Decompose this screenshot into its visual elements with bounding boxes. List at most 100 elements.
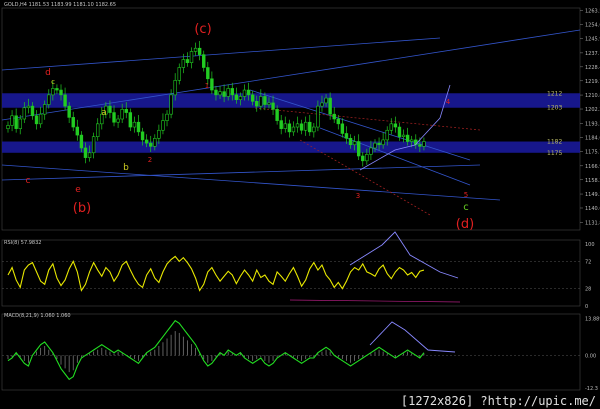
candle-body	[96, 123, 100, 137]
y-tick-label: 1245.98	[585, 37, 600, 43]
candle-body	[87, 152, 92, 158]
candle-body	[230, 88, 234, 96]
wave-label-3: d	[45, 68, 51, 78]
candle-body	[149, 142, 153, 147]
candle-body	[263, 96, 267, 105]
candle-body	[308, 121, 312, 133]
candle-body	[153, 138, 157, 147]
candle-body	[116, 118, 120, 123]
candle-body	[218, 91, 222, 96]
candle-body	[389, 123, 394, 131]
candle-body	[173, 80, 177, 96]
candle-body	[291, 126, 296, 133]
candle-body	[405, 134, 410, 142]
candle-body	[206, 67, 210, 80]
chart-stage: 12121203118211751263.531254.651245.98123…	[0, 0, 600, 409]
wave-label-11: 2	[148, 156, 152, 164]
y-tick-label: 1210.88	[585, 93, 600, 99]
candle-body	[71, 117, 75, 128]
candle-body	[30, 105, 35, 117]
trend-line-0	[1, 37, 441, 71]
candle-body	[328, 97, 332, 115]
candle-body	[320, 102, 324, 107]
price-level-label-1: 1203	[547, 105, 562, 112]
candle-body	[42, 104, 47, 115]
candle-body	[332, 113, 336, 120]
rsi-tick-label: 100	[585, 242, 595, 248]
wave-label-14: 1	[205, 82, 209, 90]
candle-body	[242, 89, 247, 97]
y-tick-label: 1219.75	[585, 79, 600, 85]
resistance-support-zone-0	[2, 93, 580, 108]
candle-body	[140, 131, 145, 141]
price-level-label-3: 1175	[547, 150, 562, 157]
candle-body	[47, 94, 51, 105]
candle-body	[246, 89, 251, 96]
candle-body	[169, 94, 173, 115]
candle-body	[6, 125, 10, 129]
candle-body	[259, 96, 263, 107]
wave-label-1: (c)	[194, 22, 211, 37]
candle-body	[401, 134, 406, 137]
wave-label-5: e	[75, 185, 81, 195]
candle-body	[303, 121, 308, 131]
candle-body	[393, 123, 398, 128]
candle-body	[255, 101, 259, 107]
candle-body	[377, 142, 381, 146]
candle-body	[361, 155, 365, 162]
candle-body	[385, 129, 389, 141]
wave-label-6: c	[26, 176, 31, 186]
candle-body	[381, 139, 385, 146]
candle-body	[202, 54, 206, 68]
candle-body	[279, 120, 283, 129]
candle-body	[128, 112, 133, 128]
candle-body	[63, 94, 67, 107]
y-tick-label: 1237.10	[585, 51, 600, 57]
rsi-trendline	[289, 299, 461, 303]
candle-body	[234, 94, 239, 100]
candle-body	[189, 51, 194, 63]
candle-body	[397, 126, 402, 137]
y-tick-label: 1149.35	[585, 192, 600, 198]
candle-body	[55, 88, 59, 91]
candle-body	[287, 123, 292, 133]
candle-body	[177, 67, 181, 81]
candle-body	[51, 88, 55, 96]
candle-body	[144, 139, 149, 144]
candle-body	[352, 141, 357, 146]
candle-body	[275, 109, 279, 121]
candle-body	[214, 89, 218, 96]
y-tick-label: 1254.65	[585, 23, 600, 29]
candle-body	[336, 118, 340, 125]
rsi-header: RSI(8) 57.9832	[4, 240, 42, 246]
watermark: [1272x826] ?http://upic.me/	[400, 394, 596, 408]
candle-body	[197, 47, 202, 55]
candle-body	[83, 147, 88, 158]
candle-body	[283, 123, 287, 129]
candle-body	[295, 123, 300, 128]
candle-body	[422, 141, 426, 147]
candle-body	[136, 121, 141, 133]
price-level-label-0: 1212	[547, 90, 562, 97]
wave-label-0: (b)	[73, 201, 91, 216]
candle-body	[59, 89, 63, 96]
candle-body	[373, 142, 377, 149]
wave-label-13: 5	[464, 191, 468, 199]
candle-body	[238, 96, 243, 100]
wave-label-10: 3	[356, 192, 360, 200]
candle-body	[112, 112, 116, 123]
y-tick-label: 1184.65	[585, 135, 600, 141]
candle-body	[324, 97, 328, 104]
candle-body	[132, 121, 137, 128]
candle-body	[312, 126, 316, 133]
candle-body	[222, 91, 226, 97]
candle-body	[34, 115, 39, 125]
macd-tick-label: 13.889	[585, 316, 600, 322]
main-chart-header: GOLD,H4 1181.53 1183.99 1181.10 1182.65	[4, 2, 117, 8]
macd-header: MACD(8,21,9) 1.060 1.060	[4, 313, 71, 319]
wave-label-2: (d)	[456, 217, 474, 232]
macd-projection-arrow	[369, 321, 456, 353]
candle-body	[38, 113, 43, 125]
candle-body	[316, 105, 320, 128]
trend-line-3	[1, 164, 481, 181]
